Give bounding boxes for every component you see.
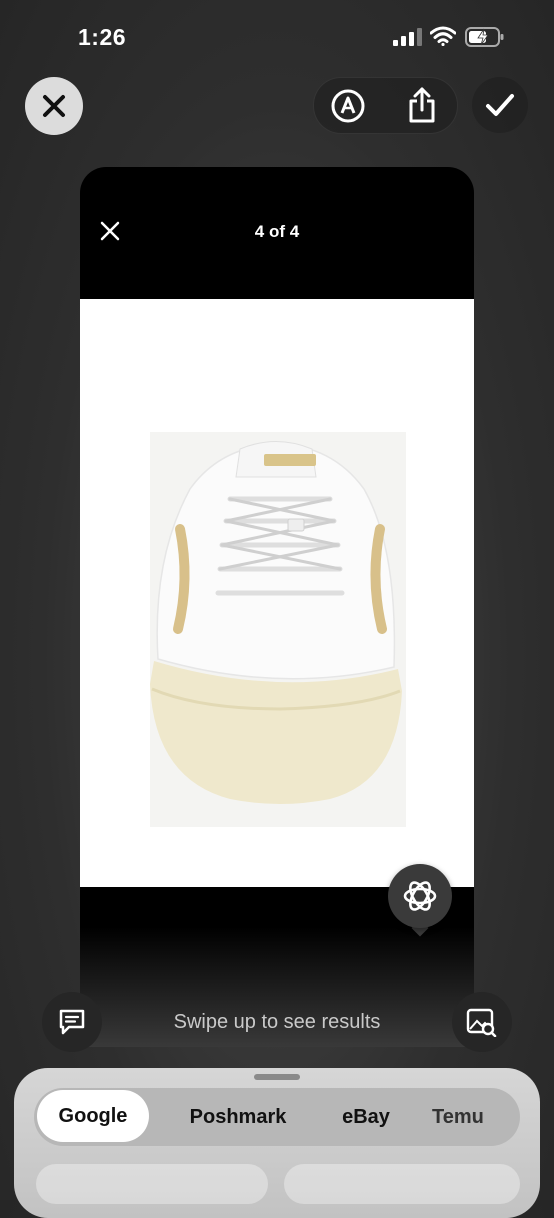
visual-intelligence-icon [403,881,437,911]
markup-button[interactable] [328,86,368,126]
chat-bubble-icon [59,1009,85,1035]
status-time: 1:26 [78,24,127,50]
markup-icon [331,89,365,123]
tab-temu[interactable]: Temu [432,1088,520,1146]
tab-poshmark[interactable]: Poshmark [166,1088,310,1146]
checkmark-icon [486,94,514,116]
close-button[interactable] [25,77,83,135]
done-button[interactable] [472,77,528,133]
ask-button[interactable] [42,992,102,1052]
share-icon [409,87,435,123]
wifi-icon [430,26,456,46]
image-search-icon [466,1008,497,1037]
close-icon [43,95,65,117]
image-search-button[interactable] [452,992,512,1052]
status-bar: 1:26 [0,0,554,70]
share-button[interactable] [402,84,442,126]
image-counter: 4 of 4 [254,222,300,241]
tab-google[interactable]: Google [37,1090,149,1142]
sneaker-image [150,432,406,827]
source-tabs: Google Poshmark eBay Temu [34,1088,520,1146]
results-sheet[interactable]: Google Poshmark eBay Temu [14,1068,540,1218]
swipe-hint: Swipe up to see results [173,1011,381,1033]
result-card-placeholder [284,1164,520,1204]
sheet-grabber[interactable] [254,1074,300,1080]
toolbar-pill [313,77,458,134]
cellular-signal-icon [393,28,422,46]
result-card-placeholder [36,1164,268,1204]
tab-ebay[interactable]: eBay [324,1088,408,1146]
battery-charging-icon [465,27,504,47]
visual-lookup-button[interactable] [388,864,452,928]
product-photo[interactable] [80,299,474,887]
